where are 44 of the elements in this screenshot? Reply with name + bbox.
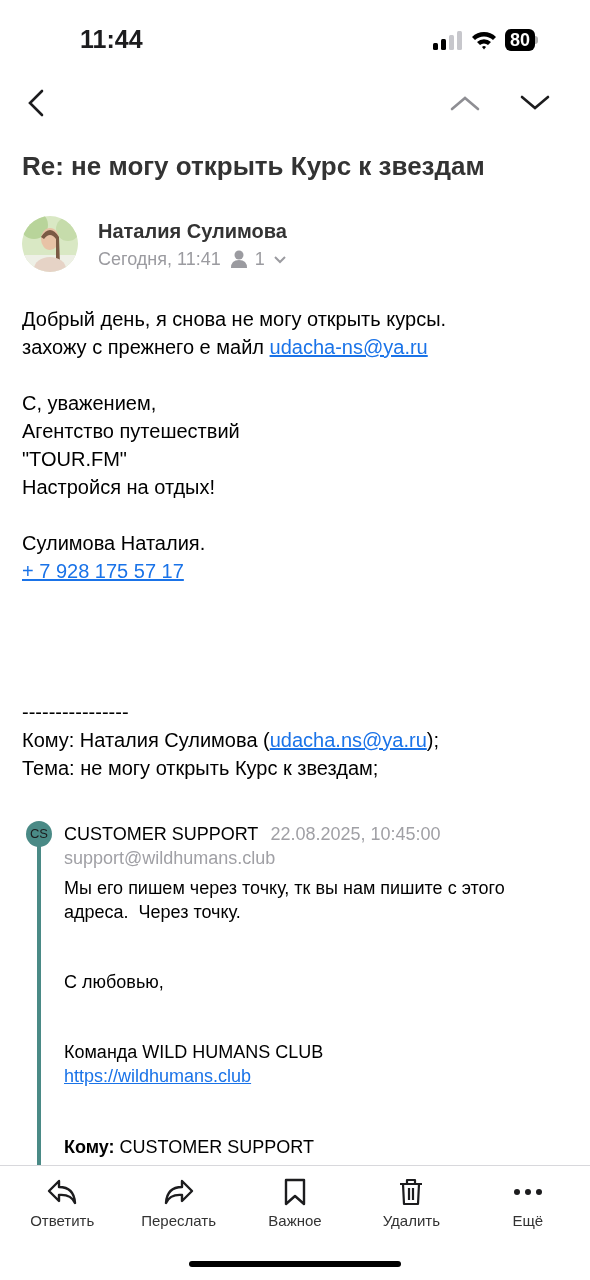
email-date: Сегодня, 11:41 bbox=[98, 248, 221, 271]
body-text: Добрый день, я снова не могу открыть курсы. bbox=[22, 307, 448, 332]
recipient-line: Кому: CUSTOMER SUPPORT bbox=[64, 1136, 315, 1159]
more-icon bbox=[512, 1189, 543, 1195]
body-text: С, уважением, bbox=[22, 391, 158, 416]
sender-avatar: CS bbox=[26, 821, 52, 847]
back-icon[interactable] bbox=[26, 89, 46, 117]
email-subject: Re: не могу открыть Курс к звездам bbox=[22, 150, 486, 183]
chevron-icon bbox=[272, 254, 287, 264]
toolbar-button[interactable]: Ответить bbox=[7, 1178, 118, 1233]
body-text: Сулимова Наталия. bbox=[22, 531, 207, 556]
toolbar-button[interactable]: Важное bbox=[239, 1178, 350, 1233]
body-text: "TOUR.FM" bbox=[22, 447, 128, 472]
email-date: 22.08.2025, 10:45:00 bbox=[270, 823, 441, 846]
next-icon[interactable] bbox=[520, 94, 550, 112]
body-text: Настройся на отдых! bbox=[22, 475, 217, 500]
toolbar-button[interactable]: Ещё bbox=[472, 1178, 583, 1233]
website-link[interactable]: https://wildhumans.club bbox=[64, 1064, 252, 1088]
reply-icon bbox=[47, 1178, 78, 1206]
quote-text: Мы его пишем через точку, тк вы нам пишите с этого адреса. Через точку. bbox=[64, 877, 506, 924]
signal-icon bbox=[432, 30, 463, 50]
battery-icon: 80 bbox=[504, 29, 538, 51]
phone-link[interactable]: + 7 928 175 57 17 bbox=[22, 557, 184, 585]
wifi-icon bbox=[470, 30, 497, 50]
sender-name: CUSTOMER SUPPORT bbox=[64, 823, 259, 846]
trash-icon bbox=[399, 1178, 424, 1206]
bookmark-icon bbox=[282, 1178, 307, 1206]
toolbar-button[interactable]: Удалить bbox=[356, 1178, 467, 1233]
email-link[interactable]: udacha-ns@ya.ru bbox=[269, 336, 428, 358]
forward-icon bbox=[163, 1178, 194, 1206]
sender-name: Наталия Сулимова bbox=[98, 219, 287, 244]
status-time: 11:44 bbox=[80, 24, 143, 56]
toolbar-button[interactable]: Переслать bbox=[123, 1178, 234, 1233]
quote-text: С любовью, bbox=[64, 971, 165, 994]
body-text: Агентство путешествий bbox=[22, 419, 241, 444]
body-text: захожу с прежнего е майл udacha-ns@ya.ru bbox=[22, 335, 429, 360]
email-link[interactable]: udacha.ns@ya.ru bbox=[269, 729, 427, 751]
quote-text: Команда WILD HUMANS CLUB bbox=[64, 1041, 325, 1064]
previous-icon[interactable] bbox=[450, 94, 480, 112]
sender-email: support@wildhumans.club bbox=[64, 847, 277, 870]
person-icon bbox=[230, 250, 247, 268]
divider-text: ---------------- bbox=[22, 700, 130, 725]
recipient-line: Кому: Наталия Сулимова (udacha.ns@ya.ru); bbox=[22, 728, 440, 753]
subject-line: Тема: не могу открыть Курс к звездам; bbox=[22, 756, 380, 781]
